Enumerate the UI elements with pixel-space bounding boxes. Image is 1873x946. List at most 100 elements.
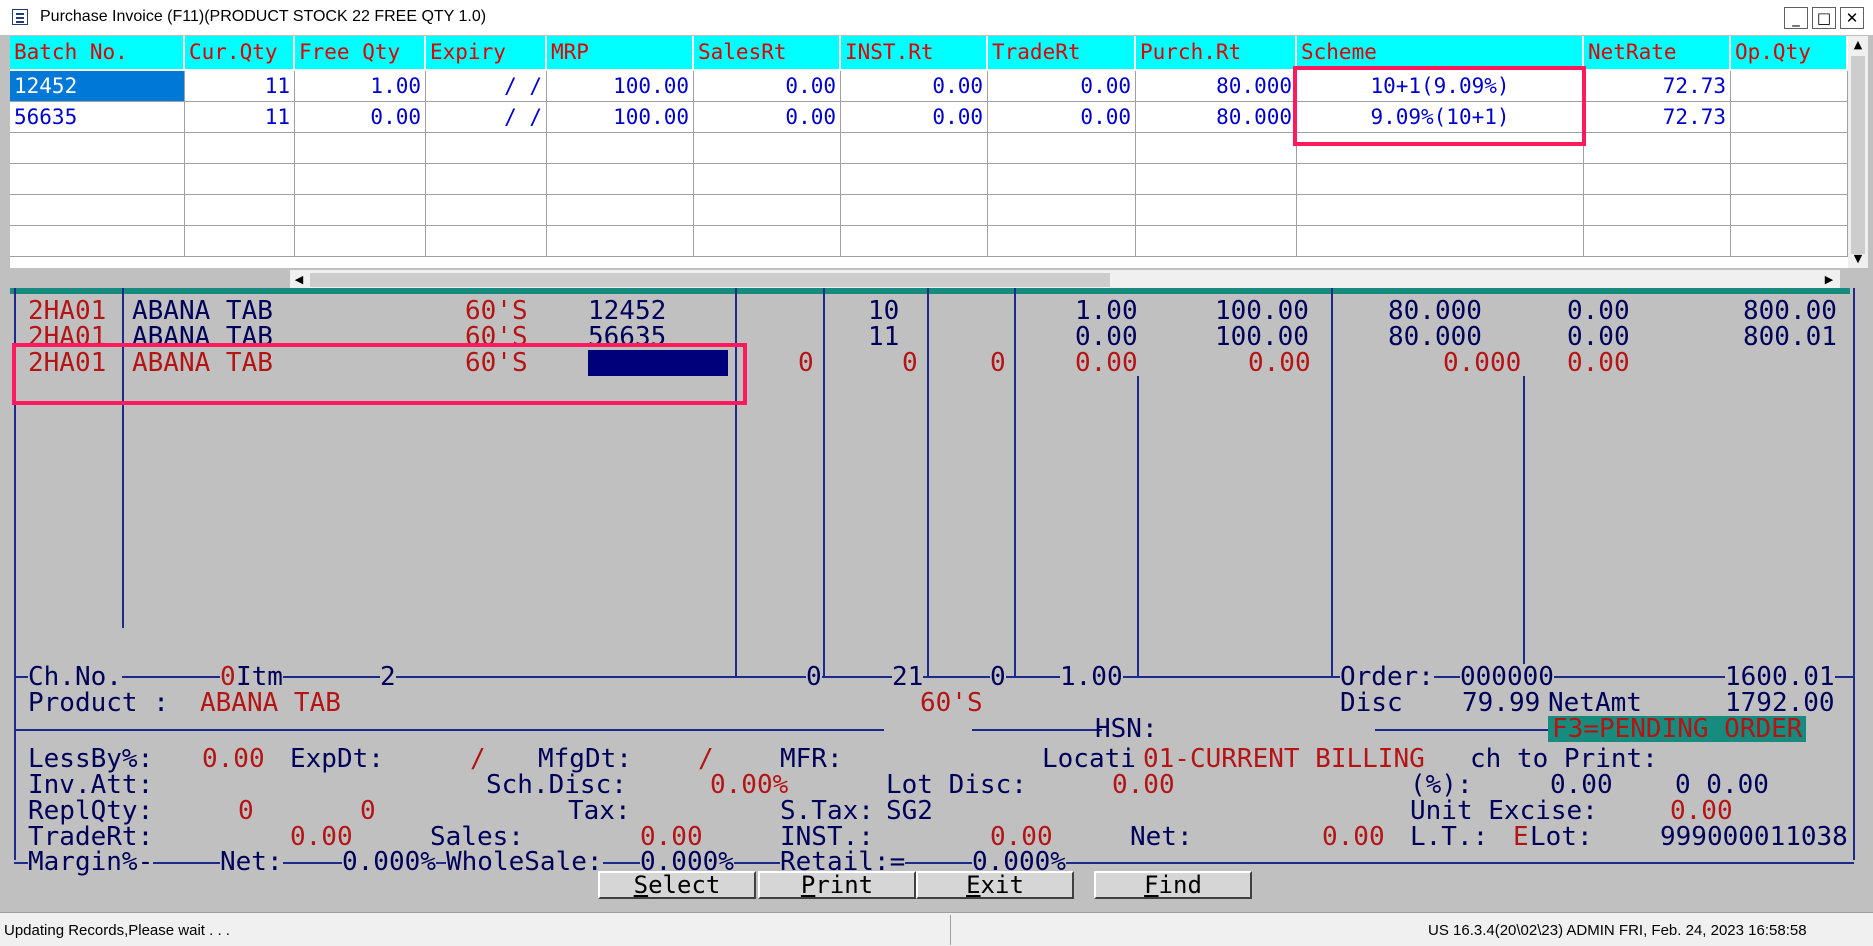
- empty-cell[interactable]: [841, 226, 988, 257]
- cell-expiry[interactable]: / /: [426, 71, 547, 102]
- cell-op-qty[interactable]: [1731, 102, 1848, 133]
- empty-cell[interactable]: [547, 164, 694, 195]
- empty-cell[interactable]: [547, 133, 694, 164]
- col-inst-rt[interactable]: INST.Rt: [841, 36, 988, 69]
- cell-purch-rt[interactable]: 80.000: [1136, 102, 1297, 133]
- empty-cell[interactable]: [1731, 226, 1848, 257]
- col-cur-qty[interactable]: Cur.Qty: [185, 36, 295, 69]
- empty-cell[interactable]: [295, 164, 426, 195]
- pending-order-hint[interactable]: F3=PENDING ORDER: [1548, 716, 1807, 742]
- empty-cell[interactable]: [1136, 195, 1297, 226]
- empty-cell[interactable]: [185, 164, 295, 195]
- cell-free-qty[interactable]: 1.00: [295, 71, 426, 102]
- empty-cell[interactable]: [547, 226, 694, 257]
- empty-cell[interactable]: [841, 164, 988, 195]
- scroll-thumb[interactable]: [1851, 56, 1865, 254]
- empty-cell[interactable]: [1731, 133, 1848, 164]
- empty-cell[interactable]: [988, 133, 1136, 164]
- print-button[interactable]: Print: [758, 871, 916, 899]
- empty-cell[interactable]: [1297, 226, 1584, 257]
- empty-cell[interactable]: [10, 195, 185, 226]
- cell-cur-qty[interactable]: 11: [185, 71, 295, 102]
- empty-cell[interactable]: [295, 226, 426, 257]
- col-free-qty[interactable]: Free Qty: [295, 36, 426, 69]
- cell-purch-rt[interactable]: 80.000: [1136, 71, 1297, 102]
- empty-cell[interactable]: [694, 195, 841, 226]
- cell-free-qty[interactable]: 0.00: [295, 102, 426, 133]
- table-row[interactable]: [10, 226, 1848, 257]
- empty-cell[interactable]: [988, 195, 1136, 226]
- select-button[interactable]: Select: [598, 871, 756, 899]
- empty-cell[interactable]: [10, 226, 185, 257]
- empty-cell[interactable]: [1731, 164, 1848, 195]
- col-purch-rt[interactable]: Purch.Rt: [1136, 36, 1297, 69]
- empty-cell[interactable]: [1731, 195, 1848, 226]
- cell-batch[interactable]: 12452: [10, 71, 185, 102]
- cell-inst-rt[interactable]: 0.00: [841, 71, 988, 102]
- scroll-thumb[interactable]: [310, 273, 1110, 287]
- scroll-right-icon[interactable]: ▶: [1820, 270, 1838, 290]
- empty-cell[interactable]: [185, 133, 295, 164]
- cell-batch[interactable]: 56635: [10, 102, 185, 133]
- cell-sales-rt[interactable]: 0.00: [694, 71, 841, 102]
- empty-cell[interactable]: [1136, 133, 1297, 164]
- empty-cell[interactable]: [694, 164, 841, 195]
- empty-cell[interactable]: [694, 133, 841, 164]
- cell-mrp[interactable]: 100.00: [547, 102, 694, 133]
- empty-cell[interactable]: [426, 133, 547, 164]
- cell-net-rate[interactable]: 72.73: [1584, 71, 1731, 102]
- empty-cell[interactable]: [10, 133, 185, 164]
- empty-cell[interactable]: [1584, 164, 1731, 195]
- col-op-qty[interactable]: Op.Qty: [1731, 36, 1848, 69]
- find-button[interactable]: Find: [1094, 871, 1252, 899]
- empty-cell[interactable]: [1136, 164, 1297, 195]
- minimize-button[interactable]: _: [1784, 7, 1808, 29]
- empty-cell[interactable]: [1584, 226, 1731, 257]
- empty-cell[interactable]: [1297, 164, 1584, 195]
- empty-cell[interactable]: [547, 195, 694, 226]
- empty-cell[interactable]: [1584, 195, 1731, 226]
- cell-inst-rt[interactable]: 0.00: [841, 102, 988, 133]
- grid-vertical-scrollbar[interactable]: ▲ ▼: [1848, 36, 1868, 268]
- cell-net-rate[interactable]: 72.73: [1584, 102, 1731, 133]
- col-expiry[interactable]: Expiry: [426, 36, 547, 69]
- cell-op-qty[interactable]: [1731, 71, 1848, 102]
- app-menu-icon[interactable]: [12, 9, 28, 25]
- exit-button[interactable]: Exit: [916, 871, 1074, 899]
- empty-cell[interactable]: [988, 164, 1136, 195]
- grid-horizontal-scrollbar[interactable]: ◀ ▶: [290, 270, 1840, 290]
- cell-trade-rt[interactable]: 0.00: [988, 71, 1136, 102]
- col-scheme[interactable]: Scheme: [1297, 36, 1584, 69]
- table-row[interactable]: [10, 195, 1848, 226]
- cell-expiry[interactable]: / /: [426, 102, 547, 133]
- scroll-left-icon[interactable]: ◀: [290, 270, 308, 290]
- empty-cell[interactable]: [1584, 133, 1731, 164]
- cell-cur-qty[interactable]: 11: [185, 102, 295, 133]
- empty-cell[interactable]: [426, 164, 547, 195]
- col-mrp[interactable]: MRP: [547, 36, 694, 69]
- empty-cell[interactable]: [185, 226, 295, 257]
- empty-cell[interactable]: [426, 195, 547, 226]
- empty-cell[interactable]: [10, 164, 185, 195]
- empty-cell[interactable]: [1297, 195, 1584, 226]
- empty-cell[interactable]: [1136, 226, 1297, 257]
- cell-mrp[interactable]: 100.00: [547, 71, 694, 102]
- close-button[interactable]: ✕: [1840, 7, 1864, 29]
- table-row[interactable]: [10, 164, 1848, 195]
- col-batch-no[interactable]: Batch No.: [10, 36, 185, 69]
- empty-cell[interactable]: [426, 226, 547, 257]
- empty-cell[interactable]: [841, 133, 988, 164]
- col-trade-rt[interactable]: TradeRt: [988, 36, 1136, 69]
- cell-trade-rt[interactable]: 0.00: [988, 102, 1136, 133]
- maximize-button[interactable]: □: [1812, 7, 1836, 29]
- empty-cell[interactable]: [694, 226, 841, 257]
- col-sales-rt[interactable]: SalesRt: [694, 36, 841, 69]
- empty-cell[interactable]: [988, 226, 1136, 257]
- cell-sales-rt[interactable]: 0.00: [694, 102, 841, 133]
- empty-cell[interactable]: [185, 195, 295, 226]
- scroll-down-icon[interactable]: ▼: [1848, 250, 1868, 268]
- empty-cell[interactable]: [295, 195, 426, 226]
- col-net-rate[interactable]: NetRate: [1584, 36, 1731, 69]
- scroll-up-icon[interactable]: ▲: [1848, 36, 1868, 54]
- empty-cell[interactable]: [295, 133, 426, 164]
